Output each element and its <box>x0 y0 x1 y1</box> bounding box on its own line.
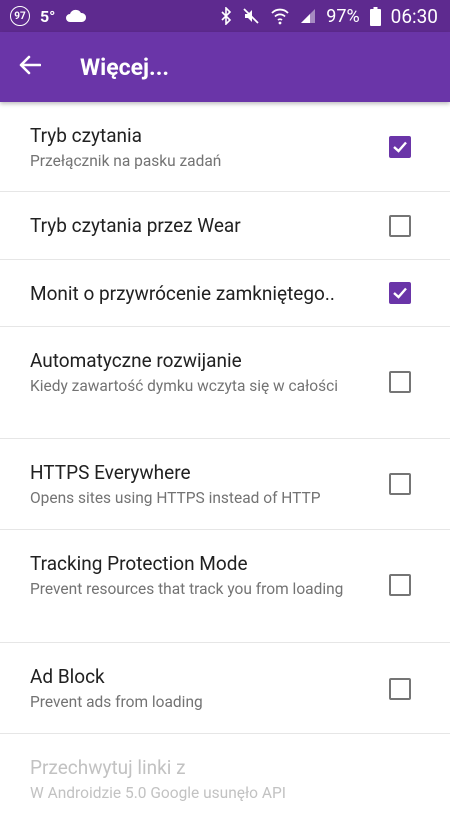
setting-text: HTTPS Everywhere Opens sites using HTTPS… <box>30 461 360 509</box>
setting-text: Tryb czytania przez Wear <box>30 214 360 238</box>
setting-ad-block[interactable]: Ad Block Prevent ads from loading <box>0 643 450 734</box>
setting-text: Ad Block Prevent ads from loading <box>30 665 360 713</box>
ad-block-checkbox[interactable] <box>389 678 411 700</box>
settings-list: Tryb czytania Przełącznik na pasku zadań… <box>0 102 450 824</box>
app-bar: Więcej... <box>0 32 450 102</box>
https-everywhere-checkbox[interactable] <box>389 473 411 495</box>
setting-title: Przechwytuj linki z <box>30 756 186 779</box>
setting-title: Tryb czytania przez Wear <box>30 214 241 237</box>
setting-subtitle: Prevent resources that track you from lo… <box>30 580 344 598</box>
setting-text: Tracking Protection Mode Prevent resourc… <box>30 552 360 600</box>
signal-icon <box>300 8 316 24</box>
setting-reading-mode[interactable]: Tryb czytania Przełącznik na pasku zadań <box>0 102 450 192</box>
status-right: 97% 06:30 <box>220 5 438 28</box>
check-icon <box>391 138 409 156</box>
setting-restore-closed-prompt[interactable]: Monit o przywrócenie zamkniętego.. <box>0 260 450 327</box>
setting-title: Monit o przywrócenie zamkniętego.. <box>30 282 335 305</box>
setting-subtitle: Opens sites using HTTPS instead of HTTP <box>30 489 321 507</box>
setting-intercept-links: Przechwytuj linki z W Androidzie 5.0 Goo… <box>0 734 450 824</box>
restore-closed-prompt-checkbox[interactable] <box>389 282 411 304</box>
setting-subtitle: Prevent ads from loading <box>30 693 203 711</box>
auto-expand-checkbox[interactable] <box>389 371 411 393</box>
notification-badge: 97 <box>10 6 30 26</box>
reading-mode-wear-checkbox[interactable] <box>389 215 411 237</box>
status-left: 97 5° <box>10 6 87 26</box>
back-button[interactable] <box>0 32 60 102</box>
wifi-icon <box>270 7 290 25</box>
tracking-protection-checkbox[interactable] <box>389 574 411 596</box>
setting-reading-mode-wear[interactable]: Tryb czytania przez Wear <box>0 192 450 260</box>
setting-title: HTTPS Everywhere <box>30 461 191 484</box>
temperature: 5° <box>40 6 56 26</box>
setting-https-everywhere[interactable]: HTTPS Everywhere Opens sites using HTTPS… <box>0 439 450 530</box>
battery-percent: 97% <box>326 5 360 27</box>
setting-subtitle: W Androidzie 5.0 Google usunęło API <box>30 784 286 802</box>
setting-tracking-protection[interactable]: Tracking Protection Mode Prevent resourc… <box>0 530 450 643</box>
back-arrow-icon <box>19 55 42 79</box>
setting-auto-expand[interactable]: Automatyczne rozwijanie Kiedy zawartość … <box>0 327 450 439</box>
page-title: Więcej... <box>80 53 170 81</box>
clock: 06:30 <box>390 4 438 28</box>
setting-subtitle: Przełącznik na pasku zadań <box>30 152 222 170</box>
mute-icon <box>242 7 260 25</box>
setting-title: Automatyczne rozwijanie <box>30 349 242 372</box>
setting-text: Automatyczne rozwijanie Kiedy zawartość … <box>30 349 360 397</box>
setting-text: Przechwytuj linki z W Androidzie 5.0 Goo… <box>30 756 360 804</box>
reading-mode-checkbox[interactable] <box>389 136 411 158</box>
setting-title: Tryb czytania <box>30 124 142 147</box>
setting-text: Tryb czytania Przełącznik na pasku zadań <box>30 124 360 172</box>
check-icon <box>391 284 409 302</box>
status-bar: 97 5° 97% 06:30 <box>0 0 450 32</box>
setting-text: Monit o przywrócenie zamkniętego.. <box>30 282 360 306</box>
setting-title: Tracking Protection Mode <box>30 552 248 575</box>
setting-title: Ad Block <box>30 665 105 688</box>
bluetooth-icon <box>220 7 232 25</box>
setting-subtitle: Kiedy zawartość dymku wczyta się w całoś… <box>30 377 339 395</box>
battery-icon <box>369 6 381 26</box>
cloud-icon <box>65 9 87 23</box>
